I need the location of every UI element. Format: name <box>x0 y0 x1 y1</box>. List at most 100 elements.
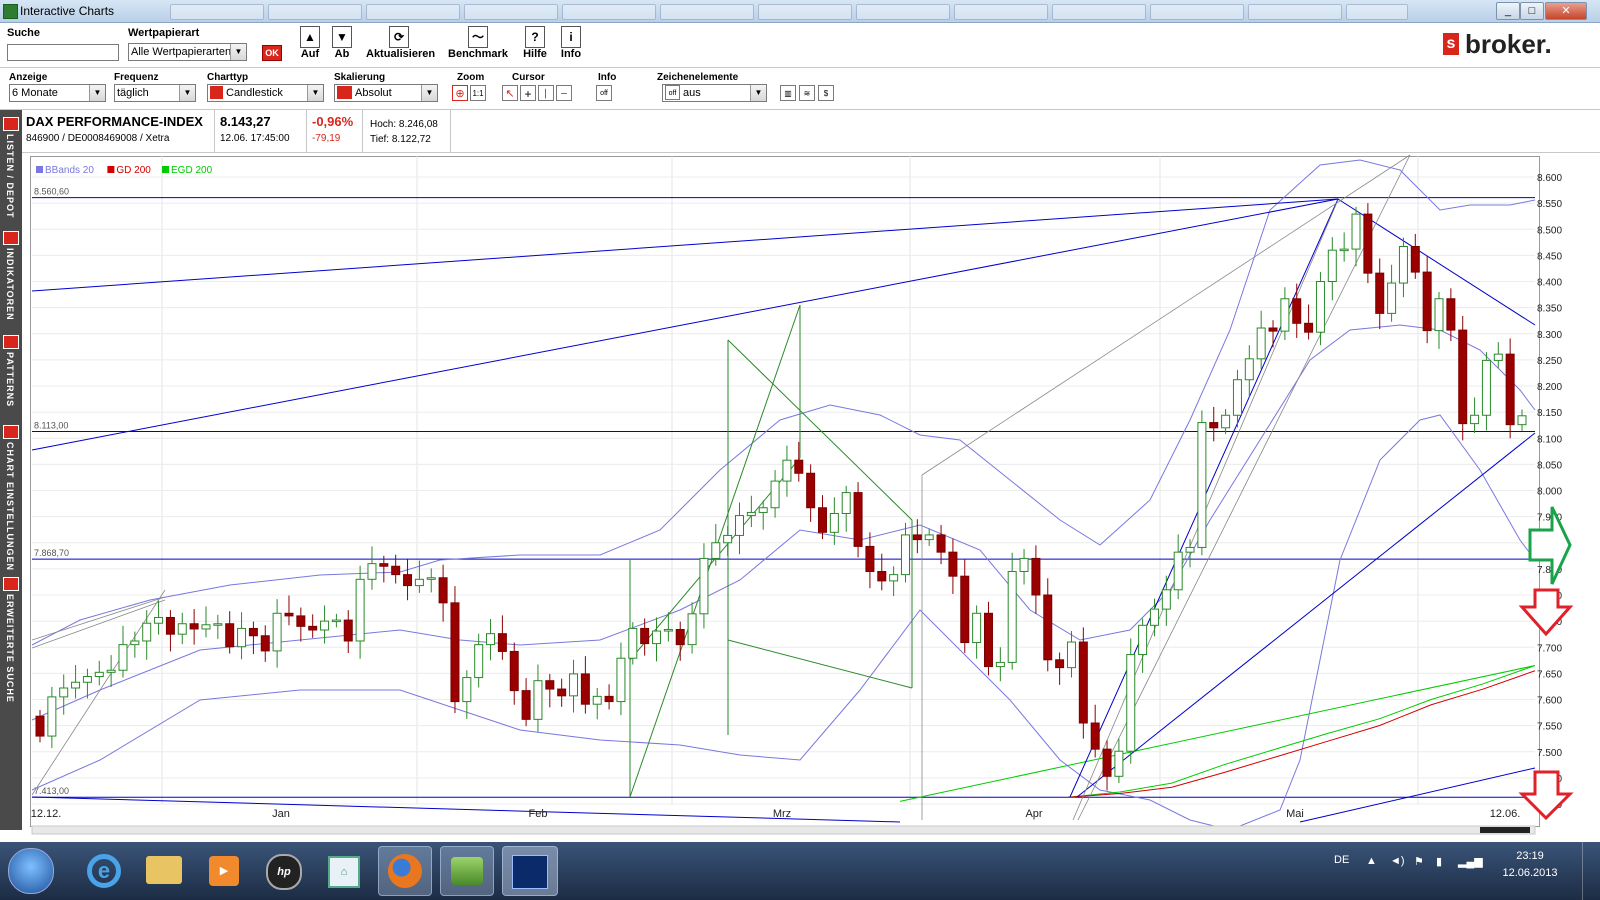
candlestick <box>71 681 81 689</box>
benchmark-button[interactable]: 〜 Benchmark <box>448 26 508 60</box>
candlestick <box>1339 248 1349 252</box>
language-indicator[interactable]: DE <box>1334 854 1349 866</box>
network-icon[interactable]: ▂▄▆ <box>1458 855 1483 868</box>
background-tab[interactable] <box>562 4 656 20</box>
background-tab[interactable] <box>954 4 1048 20</box>
background-tab[interactable] <box>1248 4 1342 20</box>
dollar-tool-icon[interactable]: $ <box>818 85 834 101</box>
divider <box>450 110 451 152</box>
candlestick <box>1173 551 1183 591</box>
candlestick <box>592 695 602 705</box>
fibonacci-tool-icon[interactable]: ≋ <box>799 85 815 101</box>
clock-date[interactable]: 12.06.2013 <box>1488 867 1572 879</box>
file-explorer-icon[interactable] <box>138 846 190 894</box>
pointer-cursor-icon[interactable]: ↖ <box>502 85 518 101</box>
candlestick <box>94 671 104 678</box>
search-input[interactable] <box>7 44 119 61</box>
candlestick <box>960 575 970 644</box>
background-tab[interactable] <box>464 4 558 20</box>
volume-icon[interactable]: ◄) <box>1390 855 1405 867</box>
green-app-icon[interactable] <box>440 846 494 896</box>
close-button[interactable]: ✕ <box>1545 2 1587 20</box>
horizontal-cursor-icon[interactable]: ─ <box>556 85 572 101</box>
background-tab[interactable] <box>268 4 362 20</box>
bollinger-upper <box>31 159 1536 646</box>
down-button[interactable]: ▼ Ab <box>330 26 354 60</box>
windows-taskbar: e ▶ hp ⌂ DE ▲ ◄) ⚑ ▮ ▂▄▆ 23:19 12.06.201… <box>0 842 1600 900</box>
skalierung-select[interactable]: Absolut ▼ <box>334 84 438 102</box>
background-tab[interactable] <box>1150 4 1244 20</box>
candlestick <box>900 534 910 576</box>
candlestick <box>853 492 863 547</box>
zeichen-off-icon: off <box>665 85 680 100</box>
instrument-name: DAX PERFORMANCE-INDEX <box>26 114 203 129</box>
day-low: Tief: 8.122,72 <box>370 134 431 145</box>
bar-chart-tool-icon[interactable]: ▥ <box>780 85 796 101</box>
charttyp-select[interactable]: Candlestick ▼ <box>207 84 324 102</box>
hline-label: 8.560,60 <box>34 187 69 197</box>
background-tab[interactable] <box>758 4 852 20</box>
candlestick <box>924 534 934 541</box>
wertpapierart-select[interactable]: Alle Wertpapierarten ▼ <box>128 43 247 61</box>
candlestick <box>1481 359 1491 416</box>
anzeige-select[interactable]: 6 Monate ▼ <box>9 84 106 102</box>
candlestick <box>1232 379 1242 416</box>
help-button[interactable]: ? Hilfe <box>520 26 550 60</box>
background-tab[interactable] <box>366 4 460 20</box>
clock-time[interactable]: 23:19 <box>1500 850 1560 862</box>
info-settings-label: Info <box>598 72 617 83</box>
crosshair-cursor-icon[interactable]: + <box>520 85 536 101</box>
background-tab[interactable] <box>1346 4 1408 20</box>
tray-arrow-icon[interactable]: ▲ <box>1366 855 1377 867</box>
show-desktop-button[interactable] <box>1582 842 1600 900</box>
info-button[interactable]: i Info <box>556 26 586 60</box>
interactive-charts-taskbar-item[interactable] <box>502 846 558 896</box>
anzeige-label: Anzeige <box>9 72 48 83</box>
refresh-button[interactable]: ⟳ Aktualisieren <box>366 26 435 60</box>
y-tick-label: 7.650 <box>1537 669 1562 680</box>
ok-button[interactable]: OK <box>262 45 282 61</box>
candlestick <box>47 696 57 737</box>
candlestick <box>118 644 128 671</box>
background-tab[interactable] <box>1052 4 1146 20</box>
maximize-button[interactable]: □ <box>1520 2 1544 20</box>
app-icon <box>3 4 18 19</box>
candlestick <box>1185 546 1195 553</box>
candlestick <box>284 612 294 617</box>
legend-label: BBands 20 <box>45 165 94 176</box>
y-tick-label: 7.550 <box>1537 722 1562 733</box>
desktop-app-icon[interactable]: ⌂ <box>318 846 370 894</box>
zeichenelemente-select[interactable]: off aus ▼ <box>662 84 767 102</box>
candlestick <box>1458 329 1468 425</box>
flag-icon[interactable]: ⚑ <box>1414 855 1424 868</box>
help-icon: ? <box>525 26 545 48</box>
battery-icon[interactable]: ▮ <box>1436 855 1442 868</box>
internet-explorer-icon[interactable]: e <box>78 846 130 894</box>
firefox-icon[interactable] <box>378 846 432 896</box>
background-tab[interactable] <box>170 4 264 20</box>
candlestick <box>699 557 709 615</box>
candlestick <box>1031 557 1041 596</box>
windows-start-button[interactable] <box>8 848 54 894</box>
candlestick <box>770 480 780 509</box>
hp-icon[interactable]: hp <box>258 846 310 894</box>
zoom-reset-button[interactable]: 1:1 <box>470 85 486 101</box>
candlestick <box>806 472 816 509</box>
minimize-button[interactable]: _ <box>1496 2 1520 20</box>
background-tab[interactable] <box>856 4 950 20</box>
y-tick-label: 8.450 <box>1537 251 1562 262</box>
vertical-cursor-icon[interactable]: │ <box>538 85 554 101</box>
zoom-in-icon[interactable]: ⊕ <box>452 85 468 101</box>
price-chart[interactable]: 8.600 8.550 8.500 8.450 8.400 8.350 8.300 8.250… <box>0 152 1600 842</box>
candlestick <box>521 690 531 720</box>
help-label: Hilfe <box>523 48 547 60</box>
search-label: Suche <box>7 27 41 39</box>
media-player-icon[interactable]: ▶ <box>198 846 250 894</box>
frequenz-select[interactable]: täglich ▼ <box>114 84 196 102</box>
background-tab[interactable] <box>660 4 754 20</box>
candlestick <box>533 680 543 720</box>
candlestick <box>379 563 389 567</box>
y-tick-label: 8.500 <box>1537 225 1562 236</box>
up-button[interactable]: ▲ Auf <box>298 26 322 60</box>
info-toggle[interactable]: off <box>596 85 612 101</box>
